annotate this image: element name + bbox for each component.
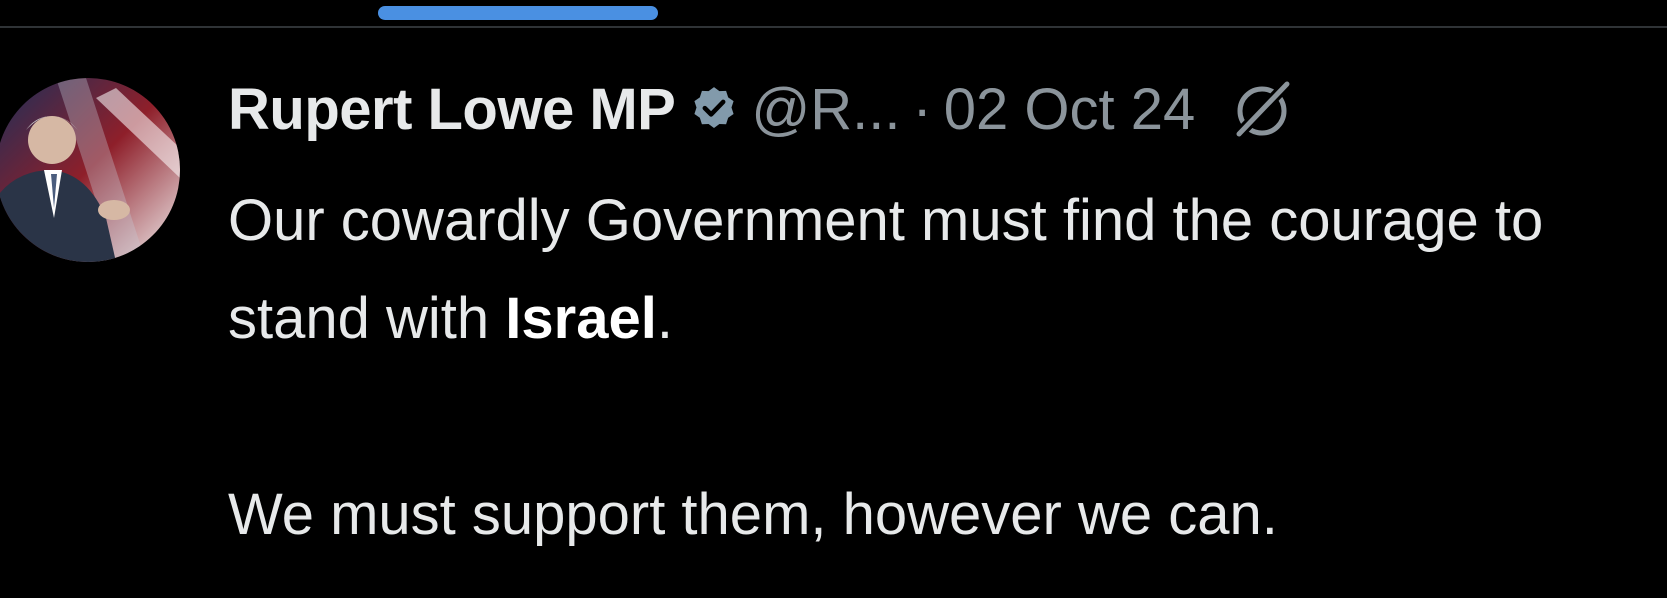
tweet-text: Our cowardly Government must find the co… <box>228 172 1648 564</box>
top-tab-bar <box>0 0 1667 28</box>
bold-text-israel: Israel <box>505 286 657 351</box>
active-tab-indicator[interactable] <box>378 6 658 20</box>
tweet-paragraph-1: Our cowardly Government must find the co… <box>228 172 1648 368</box>
grok-icon[interactable] <box>1229 76 1295 142</box>
tweet-header: Rupert Lowe MP @R... · 02 Oct 24 <box>228 74 1295 144</box>
separator-dot: · <box>912 76 932 142</box>
user-handle[interactable]: @R... <box>751 76 900 143</box>
tweet-text-segment: Our cowardly Government must find the co… <box>228 188 1544 351</box>
tweet-date[interactable]: 02 Oct 24 <box>944 76 1195 143</box>
verified-badge-icon[interactable] <box>689 84 739 134</box>
tweet-text-period: . <box>656 286 673 351</box>
avatar[interactable] <box>0 78 180 262</box>
verified-badge-shape <box>694 87 734 128</box>
tweet-paragraph-2: We must support them, however we can. <box>228 482 1278 547</box>
display-name[interactable]: Rupert Lowe MP <box>228 76 676 143</box>
